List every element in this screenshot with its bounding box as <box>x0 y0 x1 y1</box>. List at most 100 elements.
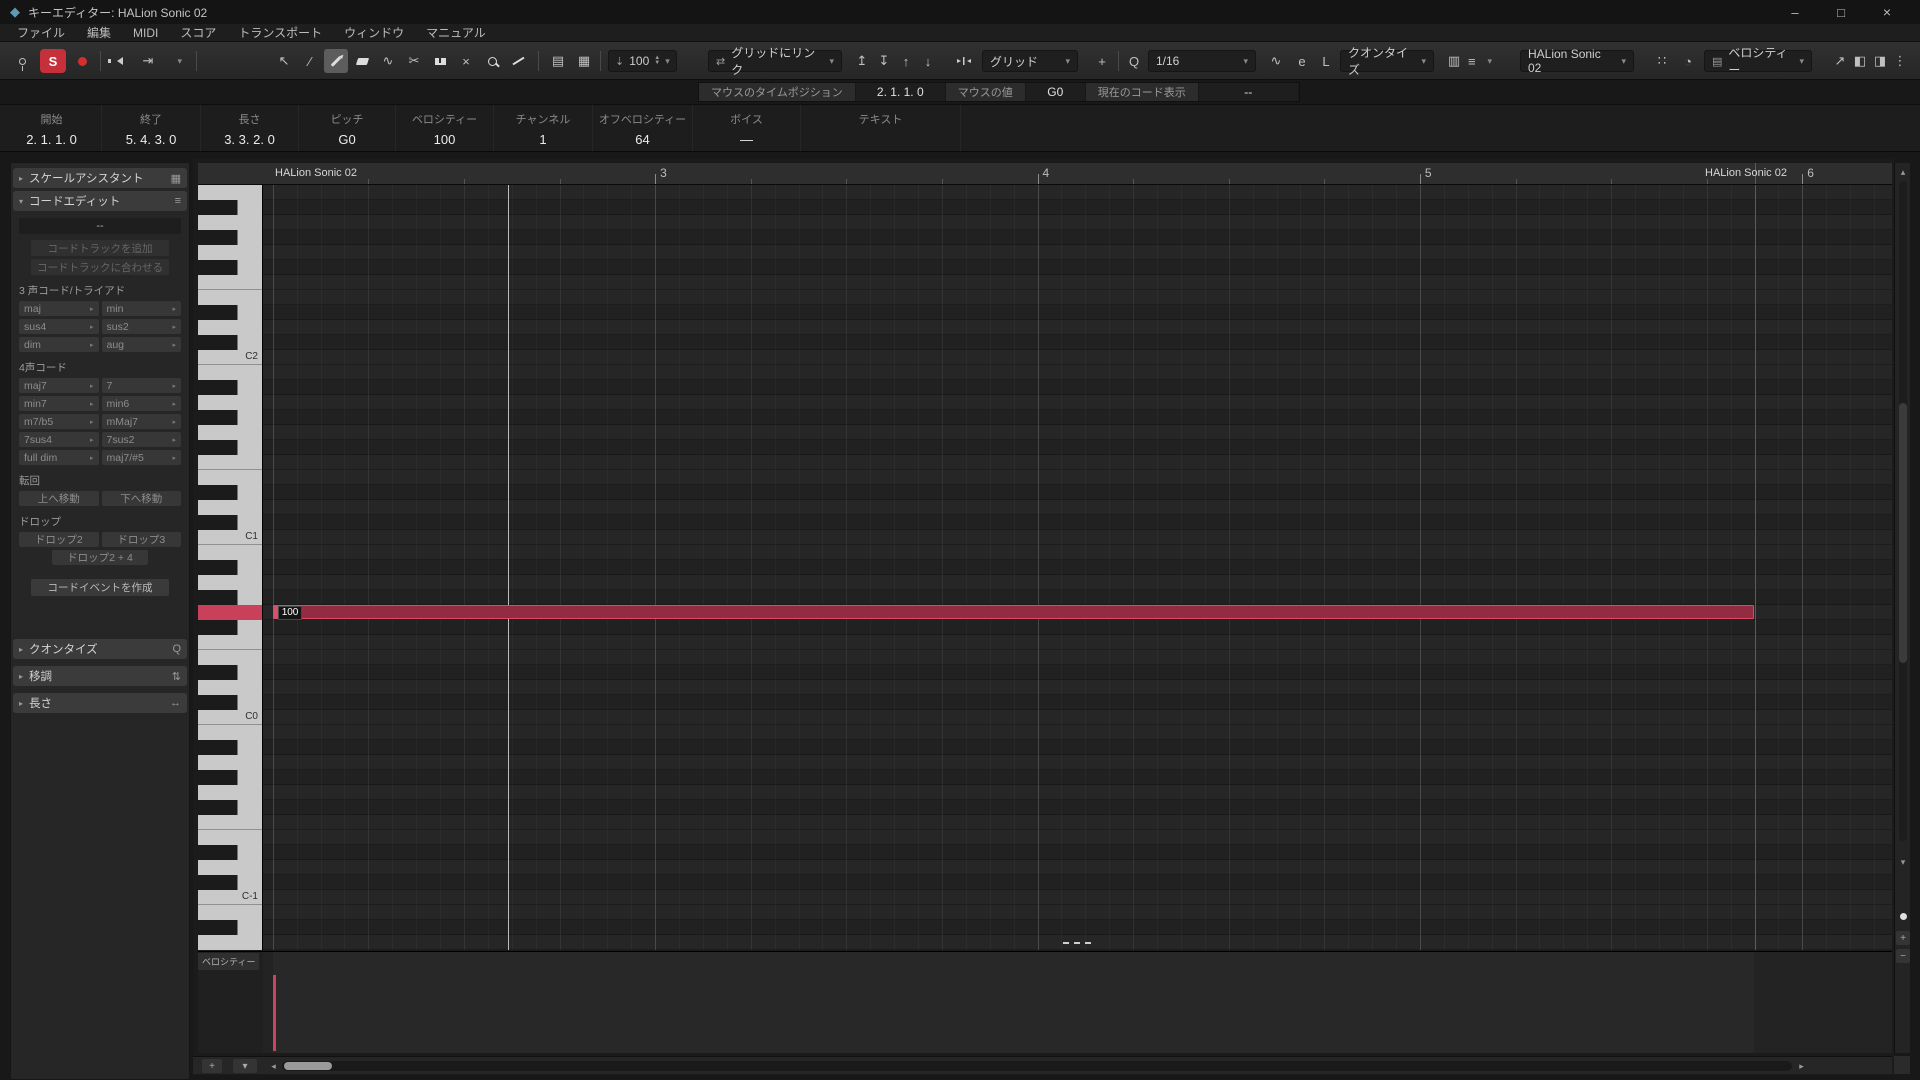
piano-key-D0[interactable] <box>198 680 262 695</box>
line-tool-button[interactable] <box>506 49 530 73</box>
vertical-scrollbar[interactable]: ▴ ▾ + − <box>1894 163 1910 1053</box>
chord-button-four_note-0[interactable]: maj7▸ <box>19 378 99 393</box>
toolbar-setup-button[interactable]: ⋮ <box>1890 49 1910 73</box>
info-field-value[interactable]: G0 <box>338 132 355 147</box>
insert-velocity-control[interactable]: ⇣ 100 ▲▼ ▾ <box>608 50 677 72</box>
piano-key-C2[interactable]: C2 <box>198 350 262 365</box>
piano-key-C0[interactable]: C0 <box>198 710 262 725</box>
info-field-value[interactable]: 5. 4. 3. 0 <box>126 132 177 147</box>
piano-key-G2[interactable] <box>198 245 262 260</box>
chord-button-inversions-1[interactable]: 下へ移動 <box>102 491 182 506</box>
piano-key-E0[interactable] <box>198 650 262 665</box>
trim-tool-button[interactable]: ∕ <box>298 49 322 73</box>
zoom-in-button[interactable]: + <box>1896 931 1910 945</box>
piano-key-A#0[interactable] <box>198 560 262 575</box>
create-chord-event-button[interactable]: コードイベントを作成 <box>31 579 169 596</box>
zoom-preset-menu-button[interactable]: ▾ <box>233 1059 257 1073</box>
mute-tool-button[interactable]: × <box>454 49 478 73</box>
piano-key-D#-1[interactable] <box>198 845 262 860</box>
piano-key-F2[interactable] <box>198 275 262 290</box>
piano-key-F#1[interactable] <box>198 440 262 455</box>
solo-editor-button[interactable]: S <box>40 49 66 73</box>
info-field-value[interactable]: 1 <box>539 132 546 147</box>
current-chord-display[interactable]: -- <box>19 218 181 234</box>
info-field[interactable]: オフベロシティー64 <box>593 105 693 151</box>
piano-key-G1[interactable] <box>198 425 262 440</box>
minimize-button[interactable]: – <box>1772 0 1818 24</box>
piano-key-A2[interactable] <box>198 215 262 230</box>
piano-key-A#1[interactable] <box>198 380 262 395</box>
chord-button-drop-2-4[interactable]: ドロップ2 + 4 <box>52 550 147 565</box>
grid-type-dropdown[interactable]: グリッド ▾ <box>982 50 1078 72</box>
piano-key-A-2[interactable] <box>198 935 262 950</box>
chord-button-triads-1[interactable]: min▸ <box>102 301 182 316</box>
maximize-button[interactable]: □ <box>1818 0 1864 24</box>
piano-key-G#1[interactable] <box>198 410 262 425</box>
quantize-preset-dropdown[interactable]: 1/16 ▾ <box>1148 50 1256 72</box>
nudge-up-button[interactable]: ↥ <box>852 49 872 73</box>
chord-button-four_note-5[interactable]: mMaj7▸ <box>102 414 182 429</box>
quantize-apply-button[interactable]: Q <box>1124 49 1144 73</box>
piano-key-E-1[interactable] <box>198 830 262 845</box>
chord-button-triads-3[interactable]: sus2▸ <box>102 319 182 334</box>
piano-key-A#-2[interactable] <box>198 920 262 935</box>
piano-key-D2[interactable] <box>198 320 262 335</box>
piano-key-G-1[interactable] <box>198 785 262 800</box>
piano-key-C-1[interactable]: C-1 <box>198 890 262 905</box>
chord-button-four_note-6[interactable]: 7sus4▸ <box>19 432 99 447</box>
chord-button-four_note-4[interactable]: m7/b5▸ <box>19 414 99 429</box>
chord-button-triads-2[interactable]: sus4▸ <box>19 319 99 334</box>
piano-key-B1[interactable] <box>198 365 262 380</box>
piano-key-A-1[interactable] <box>198 755 262 770</box>
piano-key-A0[interactable] <box>198 575 262 590</box>
close-button[interactable]: × <box>1864 0 1910 24</box>
vertical-scrollbar-thumb[interactable] <box>1899 403 1907 663</box>
open-quantize-panel-button[interactable]: e <box>1292 49 1312 73</box>
info-field[interactable]: チャンネル1 <box>494 105 593 151</box>
track-loop-button[interactable]: ◔ <box>1676 49 1700 73</box>
piano-key-C#0[interactable] <box>198 695 262 710</box>
select-tool-button[interactable]: ↖ <box>272 49 296 73</box>
horizontal-scrollbar[interactable] <box>282 1061 1792 1071</box>
piano-key-C1[interactable]: C1 <box>198 530 262 545</box>
piano-key-F#2[interactable] <box>198 260 262 275</box>
piano-key-F0[interactable] <box>198 635 262 650</box>
match-chord-track-button[interactable]: コードトラックに合わせる <box>31 259 169 275</box>
piano-key-G#-1[interactable] <box>198 770 262 785</box>
piano-key-F#-1[interactable] <box>198 800 262 815</box>
piano-key-B2[interactable] <box>198 185 262 200</box>
info-field[interactable]: 終了5. 4. 3. 0 <box>102 105 201 151</box>
info-field[interactable]: ピッチG0 <box>299 105 396 151</box>
insert-velocity-value[interactable]: 100 <box>629 54 649 68</box>
piano-key-C#1[interactable] <box>198 515 262 530</box>
snap-toggle-button[interactable] <box>952 49 976 73</box>
scroll-right-button[interactable]: ▸ <box>1795 1059 1808 1073</box>
auto-select-controllers-button[interactable]: ▤ <box>546 49 570 73</box>
piano-key-B-2[interactable] <box>198 905 262 920</box>
note-grid[interactable]: 100 <box>263 185 1892 950</box>
piano-key-A#-1[interactable] <box>198 740 262 755</box>
midi-note[interactable] <box>273 605 1755 619</box>
piano-keyboard[interactable]: C2 C1 C0 C-1 <box>198 185 263 950</box>
chord-button-four_note-3[interactable]: min6▸ <box>102 396 182 411</box>
split-tool-button[interactable]: ✂ <box>402 49 426 73</box>
section-header-scale-assistant[interactable]: ▸ スケールアシスタント ▦ <box>13 168 187 188</box>
section-header-length[interactable]: ▸ 長さ ↔ <box>13 693 187 713</box>
timeline-ruler[interactable]: HALion Sonic 02 HALion Sonic 02 3456 <box>263 163 1892 185</box>
note-expression-button[interactable]: ▥ <box>1442 49 1466 73</box>
piano-key-F-1[interactable] <box>198 815 262 830</box>
chord-button-four_note-7[interactable]: 7sus2▸ <box>102 432 182 447</box>
piano-key-D1[interactable] <box>198 500 262 515</box>
info-field-value[interactable]: 2. 1. 1. 0 <box>26 132 77 147</box>
menu-transport[interactable]: トランスポート <box>227 24 333 41</box>
chord-button-drops2-0[interactable]: ドロップ2 <box>19 532 99 547</box>
nudge-down-button[interactable]: ↧ <box>874 49 894 73</box>
menu-score[interactable]: スコア <box>169 24 227 41</box>
part-selector-dropdown[interactable]: HALion Sonic 02 ▾ <box>1520 50 1634 72</box>
add-chord-track-button[interactable]: コードトラックを追加 <box>31 240 169 256</box>
info-field[interactable]: テキスト <box>801 105 961 151</box>
horizontal-scrollbar-thumb[interactable] <box>284 1062 332 1070</box>
info-field[interactable]: ベロシティー100 <box>396 105 494 151</box>
draw-tool-button[interactable] <box>324 49 348 73</box>
velocity-bar[interactable] <box>273 975 276 1051</box>
